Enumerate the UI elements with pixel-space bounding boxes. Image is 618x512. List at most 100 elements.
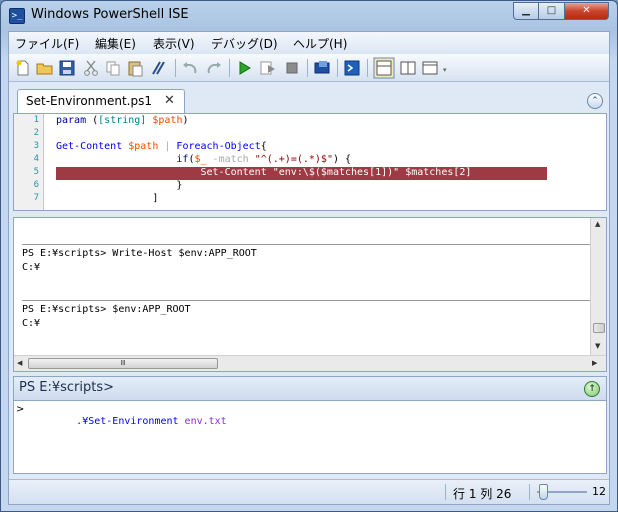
output-separator <box>22 300 592 301</box>
tab-close-icon[interactable]: ✕ <box>164 93 175 108</box>
line-number-gutter: 1 2 3 4 5 6 7 <box>14 114 44 210</box>
code-line-4: if($_ -match "^(.+)=(.*)$") { <box>56 153 351 166</box>
toolbar-overflow-icon[interactable]: ▾ <box>443 66 451 76</box>
line-number: 3 <box>33 141 39 151</box>
paste-icon[interactable] <box>126 59 144 77</box>
menu-view[interactable]: 表示(V) <box>153 35 195 52</box>
status-separator <box>445 484 446 500</box>
layout-max-icon[interactable] <box>421 59 439 77</box>
code-token: Foreach-Object <box>176 141 261 152</box>
toolbar-separator <box>307 59 308 77</box>
command-prompt-label: PS E:¥scripts> <box>19 380 114 395</box>
output-pane[interactable]: PS E:¥scripts> Write-Host $env:APP_ROOT … <box>13 217 607 372</box>
collapse-script-pane-icon[interactable]: ⌃ <box>587 93 603 109</box>
line-number: 2 <box>33 128 39 138</box>
line-number: 1 <box>33 115 39 125</box>
code-line-6: } <box>56 179 182 192</box>
horizontal-scroll-thumb[interactable]: Ⅲ <box>28 358 218 369</box>
code-line-7: ] <box>56 192 158 205</box>
new-file-icon[interactable] <box>14 59 32 77</box>
stop-icon[interactable] <box>283 59 301 77</box>
output-horizontal-scrollbar[interactable]: ◀ Ⅲ ▶ <box>14 355 606 371</box>
command-text-part: .¥Set-Environment <box>76 416 185 427</box>
status-bar: 行 1 列 26 12 <box>9 479 609 504</box>
toolbar-separator <box>175 59 176 77</box>
code-token: ) <box>182 115 189 126</box>
code-token: | <box>158 141 177 152</box>
copy-icon[interactable] <box>104 59 122 77</box>
zoom-value: 12 <box>592 485 606 498</box>
status-separator <box>529 484 530 500</box>
zoom-slider-thumb[interactable] <box>539 484 548 500</box>
output-prompt-line: PS E:¥scripts> $env:APP_ROOT <box>22 304 191 315</box>
layout-top-icon[interactable] <box>373 57 395 79</box>
code-token: $_ <box>194 154 207 165</box>
undo-icon[interactable] <box>181 59 199 77</box>
menu-help[interactable]: ヘルプ(H) <box>293 35 347 52</box>
run-icon[interactable] <box>235 59 253 77</box>
window-title: Windows PowerShell ISE <box>31 7 189 22</box>
code-token: Set-Content "env:\$($matches[1])" $match… <box>56 167 472 178</box>
code-token: param <box>56 115 93 126</box>
run-selection-icon[interactable] <box>259 59 277 77</box>
expand-command-pane-icon[interactable]: ↑ <box>584 381 600 397</box>
powershell-icon: >_ <box>9 8 25 24</box>
open-folder-icon[interactable] <box>36 59 54 77</box>
code-token: -match <box>206 154 255 165</box>
scroll-left-icon[interactable]: ◀ <box>17 359 22 367</box>
tab-set-environment[interactable]: Set-Environment.ps1 ✕ <box>17 89 185 113</box>
scroll-down-icon[interactable]: ▼ <box>595 342 600 350</box>
script-editor[interactable]: 1 2 3 4 5 6 7 param ([string] $path) Get… <box>13 113 607 211</box>
output-separator <box>22 244 592 245</box>
ise-window: >_ Windows PowerShell ISE ▁ □ ✕ ファイル(F) … <box>0 0 618 512</box>
prompt-chevron-icon: > <box>16 404 25 415</box>
scroll-right-icon[interactable]: ▶ <box>592 359 597 367</box>
save-icon[interactable] <box>58 59 76 77</box>
scroll-up-icon[interactable]: ▲ <box>595 220 600 228</box>
code-line-3: Get-Content $path | Foreach-Object{ <box>56 140 267 153</box>
title-bar[interactable]: >_ Windows PowerShell ISE ▁ □ ✕ <box>1 1 617 31</box>
powershell-console-icon[interactable] <box>343 59 361 77</box>
output-prompt-line: PS E:¥scripts> Write-Host $env:APP_ROOT <box>22 248 257 259</box>
layout-right-icon[interactable] <box>399 59 417 77</box>
code-line-1: param ([string] $path) <box>56 114 189 127</box>
code-token: "^(.+)=(.*)$" <box>254 154 333 165</box>
toolbar-separator <box>337 59 338 77</box>
code-token: if <box>56 154 189 165</box>
command-pane-header: PS E:¥scripts> ↑ <box>13 376 607 400</box>
code-token: { <box>339 154 352 165</box>
redo-icon[interactable] <box>205 59 223 77</box>
output-result-line: C:¥ <box>22 318 41 329</box>
menu-debug[interactable]: デバッグ(D) <box>211 35 278 52</box>
line-number: 4 <box>33 154 39 164</box>
script-tab-bar: Set-Environment.ps1 ✕ ⌃ <box>13 89 607 113</box>
cut-icon[interactable] <box>82 59 100 77</box>
line-number: 5 <box>33 167 39 177</box>
command-pane[interactable]: > .¥Set-Environment env.txt <box>13 400 607 474</box>
line-number: 6 <box>33 180 39 190</box>
code-token: ] <box>56 193 159 204</box>
command-input[interactable]: .¥Set-Environment env.txt <box>28 405 227 438</box>
output-result-line: C:¥ <box>22 262 41 273</box>
code-token: } <box>56 180 183 191</box>
menu-edit[interactable]: 編集(E) <box>95 35 136 52</box>
close-button[interactable]: ✕ <box>565 2 609 20</box>
toolbar-separator <box>229 59 230 77</box>
caption-buttons: ▁ □ ✕ <box>513 2 609 20</box>
code-token: $path <box>152 115 183 126</box>
command-argument: env.txt <box>184 416 227 427</box>
output-vertical-scrollbar[interactable]: ▲ ▼ <box>590 218 606 356</box>
code-token: { <box>260 141 267 152</box>
cursor-position: 行 1 列 26 <box>453 487 512 501</box>
code-line-5: Set-Content "env:\$($matches[1])" $match… <box>56 166 471 179</box>
vertical-scroll-thumb[interactable] <box>593 323 605 333</box>
menu-file[interactable]: ファイル(F) <box>15 35 79 52</box>
tab-label: Set-Environment.ps1 <box>26 94 152 108</box>
minimize-button[interactable]: ▁ <box>513 2 539 20</box>
remote-tab-icon[interactable] <box>313 59 331 77</box>
maximize-button[interactable]: □ <box>539 2 565 20</box>
clear-icon[interactable] <box>150 59 168 77</box>
line-number: 7 <box>33 193 39 203</box>
client-area: ファイル(F) 編集(E) 表示(V) デバッグ(D) ヘルプ(H) ▾ Set… <box>8 31 610 505</box>
code-token: $path <box>128 141 159 152</box>
